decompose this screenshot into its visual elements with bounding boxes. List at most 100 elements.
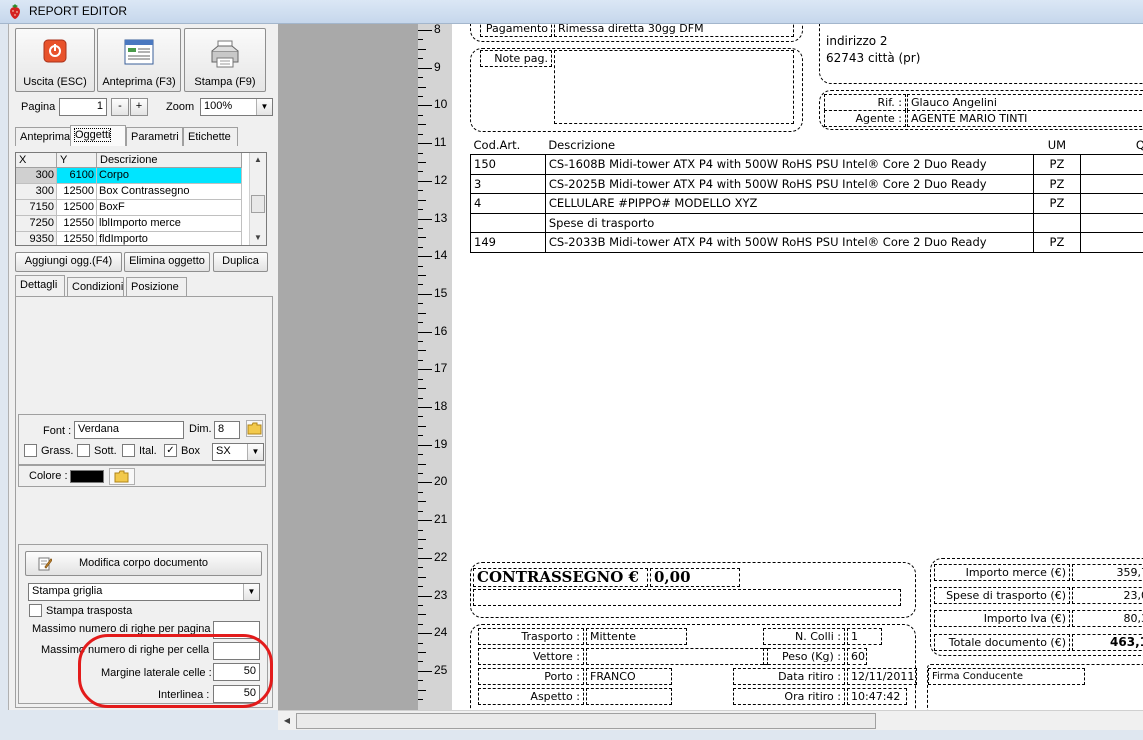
ruler-minor-tick (418, 359, 423, 361)
color-panel: Colore : (18, 465, 266, 487)
tab-etichette[interactable]: Etichette (183, 127, 238, 146)
report-page[interactable]: Pagamento Rimessa diretta 30gg DFM Note … (452, 24, 1143, 710)
table-row[interactable]: 3 CS-2025B Midi-tower ATX P4 with 500W R… (470, 173, 1143, 194)
duplicate-object-button[interactable]: Duplica (213, 252, 268, 272)
ruler-minor-tick (418, 388, 426, 390)
tab-parametri[interactable]: Parametri (126, 127, 183, 146)
font-size-input[interactable]: 8 (214, 421, 240, 439)
grid-header-y[interactable]: Y (57, 153, 97, 168)
ruler-minor-tick (418, 171, 423, 173)
ruler-minor-tick (418, 529, 423, 531)
underline-checkbox[interactable] (77, 444, 90, 457)
horizontal-scrollbar[interactable]: ◀ (278, 710, 1143, 730)
scroll-left-icon[interactable]: ◀ (280, 713, 294, 729)
bold-checkbox[interactable] (24, 444, 37, 457)
print-button[interactable]: Stampa (F9) (184, 28, 266, 92)
tab-condizioni[interactable]: Condizioni (67, 277, 124, 296)
ruler-minor-tick (418, 86, 426, 88)
delete-object-button[interactable]: Elimina oggetto (124, 252, 210, 272)
ora-ritiro-value: 10:47:42 (847, 688, 907, 705)
ruler-minor-tick (418, 604, 423, 606)
grid-cell-x: 9350 (16, 232, 57, 245)
grid-header-descrizione[interactable]: Descrizione (97, 153, 242, 168)
colli-label: N. Colli : (763, 628, 845, 645)
font-panel: Font : Verdana Dim. 8 Grass. Sott. Ital.… (18, 414, 266, 465)
page-input[interactable]: 1 (59, 98, 107, 116)
page-minus-button[interactable]: - (111, 98, 129, 116)
ruler-number: 21 (434, 512, 448, 527)
bold-label: Grass. (41, 445, 74, 457)
preview-button[interactable]: Anteprima (F3) (97, 28, 181, 92)
font-name-input[interactable]: Verdana (74, 421, 184, 439)
grid-print-select[interactable]: Stampa griglia ▼ (28, 583, 260, 601)
ruler-minor-tick (418, 237, 426, 239)
objects-grid[interactable]: X Y Descrizione 300 6100 Corpo 300 12500… (15, 152, 267, 246)
scroll-thumb[interactable] (251, 195, 265, 213)
porto-label: Porto : (478, 668, 584, 685)
ruler-major-tick (418, 30, 432, 31)
grid-header-x[interactable]: X (16, 153, 57, 168)
folder-icon[interactable] (246, 420, 263, 437)
table-row[interactable]: Spese di trasporto (470, 212, 1143, 233)
ruler-minor-tick (418, 190, 423, 192)
chevron-down-icon: ▼ (256, 99, 272, 115)
ruler-major-tick (418, 218, 432, 220)
items-table[interactable]: Cod.Art. Descrizione UM Quan 150 CS-1608… (470, 135, 1143, 253)
data-ritiro-label: Data ritiro : (733, 668, 845, 685)
tab-posizione[interactable]: Posizione (126, 277, 187, 296)
transposed-checkbox[interactable] (29, 604, 42, 617)
contrassegno-value: 0,00 (650, 568, 740, 587)
ruler-number: 23 (434, 587, 448, 602)
edit-document-icon (38, 557, 52, 571)
ruler-minor-tick (418, 114, 423, 116)
scroll-down-icon[interactable]: ▼ (250, 231, 266, 245)
align-select[interactable]: SX ▼ (212, 443, 264, 461)
ruler-number: 11 (434, 135, 447, 150)
table-row[interactable]: 150 CS-1608B Midi-tower ATX P4 with 500W… (470, 154, 1143, 175)
total-value-merce: 359,7 (1072, 564, 1143, 581)
edit-body-button[interactable]: Modifica corpo documento (25, 551, 262, 576)
checkmark-icon: ✓ (166, 445, 175, 456)
power-icon (43, 39, 67, 63)
add-object-button[interactable]: Aggiungi ogg.(F4) (15, 252, 122, 272)
table-row[interactable]: 4 CELLULARE #PIPPO# MODELLO XYZ PZ (470, 193, 1143, 214)
ruler-minor-tick (418, 303, 423, 305)
grid-cell-y: 12500 (57, 184, 97, 200)
font-label: Font : (43, 425, 72, 437)
exit-button[interactable]: Uscita (ESC) (15, 28, 95, 92)
ruler-minor-tick (418, 275, 426, 277)
ruler-minor-tick (418, 538, 426, 540)
peso-value: 60 (847, 648, 867, 665)
page-plus-button[interactable]: + (130, 98, 148, 116)
tab-oggetti[interactable]: Oggetti (70, 125, 126, 146)
cell-um: PZ (1032, 173, 1082, 194)
ruler-number: 10 (434, 97, 448, 112)
ruler-minor-tick (418, 312, 426, 314)
ruler-minor-tick (418, 614, 426, 616)
scroll-thumb[interactable] (296, 713, 876, 729)
colli-value: 1 (847, 628, 882, 645)
ruler-minor-tick (418, 642, 423, 644)
table-row[interactable]: 149 CS-2033B Midi-tower ATX P4 with 500W… (470, 232, 1143, 253)
ruler-number: 16 (434, 323, 448, 338)
tab-dettagli[interactable]: Dettagli (15, 275, 65, 296)
grid-cell-x: 300 (16, 168, 57, 184)
grid-scrollbar[interactable]: ▲ ▼ (249, 153, 266, 245)
zoom-select[interactable]: 100% ▼ (200, 98, 273, 116)
scroll-up-icon[interactable]: ▲ (250, 153, 266, 167)
align-value: SX (216, 445, 231, 457)
payment-value: Rimessa diretta 30gg DFM (554, 24, 794, 37)
col-cod-art: Cod.Art. (470, 135, 546, 155)
report-canvas[interactable]: 8 9 10 11 12 13 14 15 16 17 18 19 20 21 22 23 24 25 Pagam… (278, 24, 1143, 710)
data-ritiro-value: 12/11/2011 (847, 668, 917, 685)
ruler-minor-tick (418, 661, 423, 663)
color-swatch[interactable] (70, 470, 104, 483)
ruler-minor-tick (418, 510, 423, 512)
box-checkbox[interactable]: ✓ (164, 444, 177, 457)
tab-anteprima[interactable]: Anteprima (15, 127, 71, 146)
color-picker-button[interactable] (109, 468, 135, 485)
italic-checkbox[interactable] (122, 444, 135, 457)
ora-ritiro-label: Ora ritiro : (733, 688, 845, 705)
ruler-minor-tick (418, 133, 423, 135)
chevron-down-icon: ▼ (243, 584, 259, 600)
